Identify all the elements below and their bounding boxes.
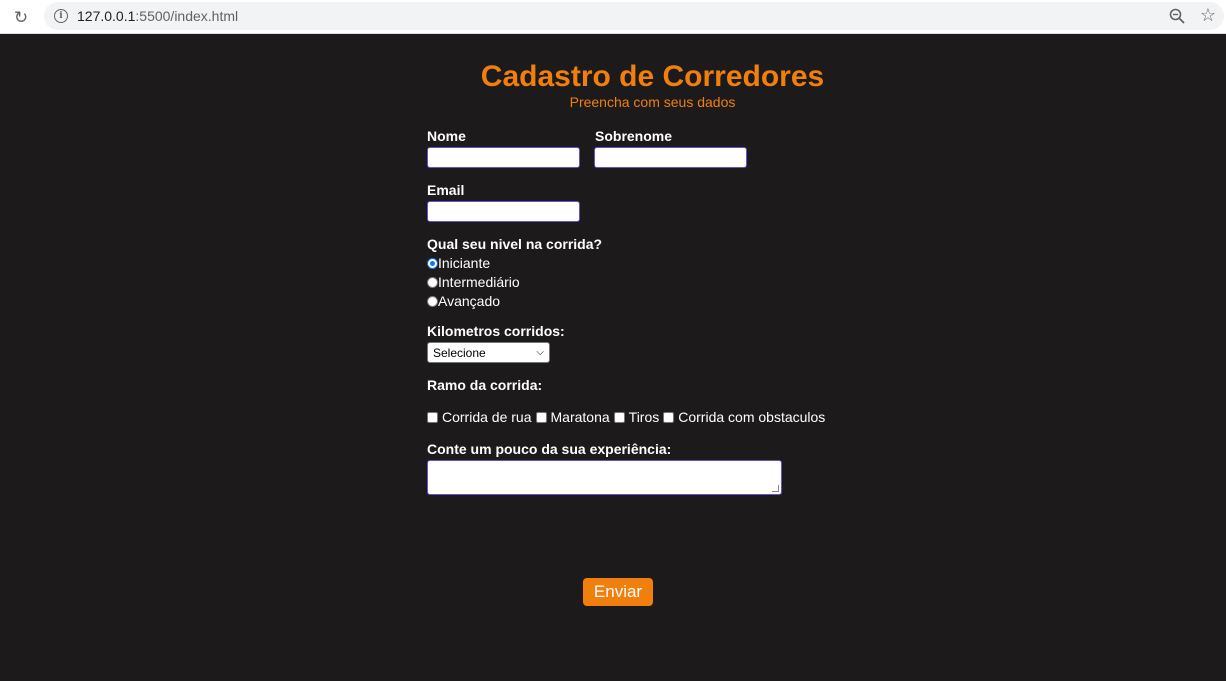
email-label: Email <box>427 182 465 198</box>
address-bar[interactable]: i 127.0.0.1:5500/index.html ☆ <box>44 2 1224 30</box>
radio-button[interactable] <box>427 276 438 288</box>
checkbox-maratona[interactable] <box>535 411 547 423</box>
zoom-out-icon[interactable] <box>1168 7 1186 25</box>
url-text[interactable]: 127.0.0.1:5500/index.html <box>77 8 238 24</box>
resize-handle-icon[interactable] <box>772 485 779 492</box>
radio-label: Avançado <box>438 293 501 309</box>
radio-label: Iniciante <box>438 255 491 271</box>
radio-intermediario[interactable]: Intermediário <box>427 273 520 291</box>
bookmark-star-icon[interactable]: ☆ <box>1200 5 1216 26</box>
page-subtitle: Preencha com seus dados <box>569 94 736 110</box>
info-icon[interactable]: i <box>54 9 68 23</box>
ramo-checkbox-group: Corrida de rua Maratona Tiros Corrida co… <box>427 408 829 426</box>
nivel-label: Qual seu nivel na corrida? <box>427 236 603 252</box>
sobrenome-input[interactable] <box>594 147 747 168</box>
km-select[interactable]: Selecione ⌵ <box>427 342 550 363</box>
experiencia-label: Conte um pouco da sua experiência: <box>427 441 672 457</box>
experiencia-textarea[interactable] <box>427 460 782 495</box>
checkbox-label: Corrida com obstaculos <box>678 409 826 425</box>
submit-button[interactable]: Enviar <box>583 578 653 606</box>
checkbox-corrida-com-obstaculos[interactable] <box>663 411 675 423</box>
km-select-value: Selecione <box>433 346 486 360</box>
nome-label: Nome <box>427 128 466 144</box>
sobrenome-label: Sobrenome <box>595 128 673 144</box>
chevron-down-icon: ⌵ <box>536 347 544 358</box>
checkbox-tiros[interactable] <box>613 411 625 423</box>
radio-label: Intermediário <box>438 274 520 290</box>
km-label: Kilometros corridos: <box>427 323 565 339</box>
radio-button[interactable] <box>427 257 438 269</box>
page-title: Cadastro de Corredores <box>480 60 825 93</box>
nome-input[interactable] <box>427 147 580 168</box>
radio-iniciante[interactable]: Iniciante <box>427 254 490 272</box>
browser-toolbar: ↻ i 127.0.0.1:5500/index.html ☆ <box>0 0 1226 34</box>
ramo-label: Ramo da corrida: <box>427 377 543 393</box>
checkbox-corrida-de-rua[interactable] <box>427 411 438 423</box>
reload-icon[interactable]: ↻ <box>10 6 32 28</box>
email-input[interactable] <box>427 201 580 222</box>
radio-avancado[interactable]: Avançado <box>427 292 500 310</box>
checkbox-label: Tiros <box>628 409 660 425</box>
checkbox-label: Maratona <box>550 409 610 425</box>
checkbox-label: Corrida de rua <box>442 409 532 425</box>
radio-button[interactable] <box>427 295 438 307</box>
